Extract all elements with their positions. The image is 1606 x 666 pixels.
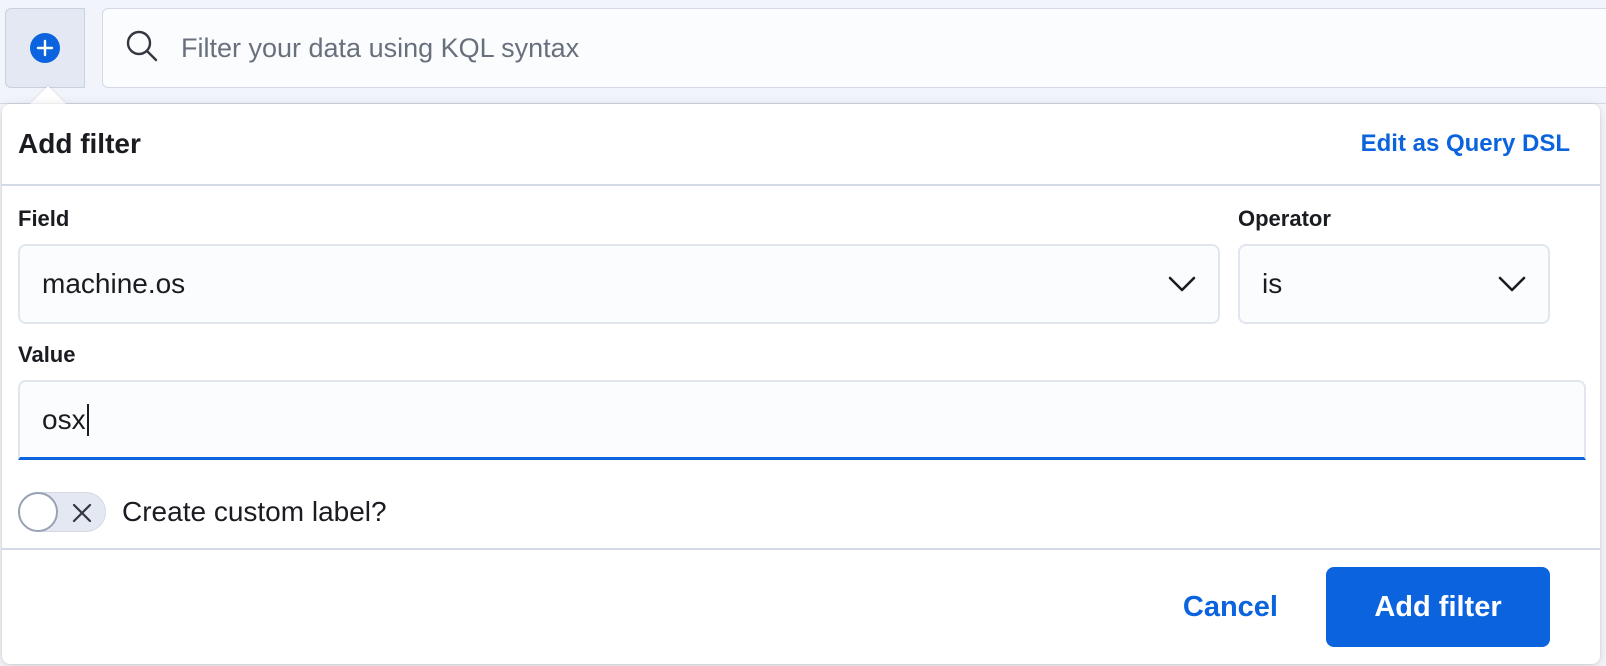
search-bar[interactable] (102, 8, 1606, 88)
field-select-value: machine.os (42, 268, 186, 299)
popover-footer: Cancel Add filter (2, 548, 1600, 664)
edit-as-query-dsl-link[interactable]: Edit as Query DSL (1361, 130, 1570, 158)
add-filter-submit-button[interactable]: Add filter (1326, 567, 1550, 647)
search-icon (125, 29, 159, 68)
operator-select[interactable]: is (1238, 244, 1550, 324)
add-filter-trigger-button[interactable] (5, 8, 85, 88)
value-group: Value osx (18, 342, 1586, 460)
search-input[interactable] (181, 32, 1381, 64)
popover-arrow (30, 86, 66, 104)
operator-group: Operator is (1238, 206, 1550, 324)
popover-header: Add filter Edit as Query DSL (2, 104, 1600, 186)
field-label: Field (18, 206, 70, 231)
operator-select-value: is (1262, 268, 1283, 299)
cancel-button[interactable]: Cancel (1183, 591, 1278, 624)
text-cursor (86, 403, 89, 436)
value-input-text: osx (42, 403, 86, 435)
value-input[interactable]: osx (18, 380, 1586, 460)
custom-label-switch[interactable] (18, 492, 106, 532)
add-filter-popover: Add filter Edit as Query DSL Field machi… (2, 104, 1600, 664)
chevron-down-icon (1168, 268, 1196, 300)
field-group: Field machine.os (18, 206, 1220, 324)
field-operator-row: Field machine.os Operator is (2, 206, 1600, 324)
popover-title: Add filter (18, 128, 141, 159)
field-select[interactable]: machine.os (18, 244, 1220, 324)
value-row: Value osx (2, 342, 1600, 460)
plus-circle-icon (30, 33, 60, 63)
query-bar (0, 0, 1606, 104)
custom-label-row: Create custom label? (2, 492, 1600, 532)
value-label: Value (18, 342, 76, 367)
custom-label-text: Create custom label? (122, 496, 387, 527)
operator-label: Operator (1238, 206, 1331, 231)
chevron-down-icon (1498, 268, 1526, 300)
switch-knob (18, 492, 58, 532)
close-icon (71, 502, 93, 529)
